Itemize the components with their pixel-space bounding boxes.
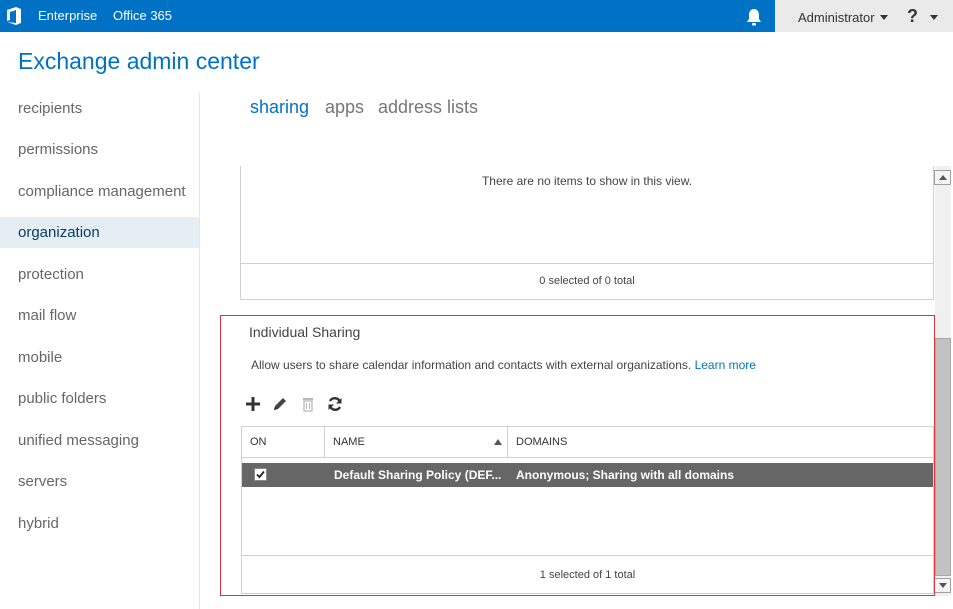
tab-sharing[interactable]: sharing bbox=[250, 97, 309, 118]
description-text: Allow users to share calendar informatio… bbox=[251, 358, 692, 372]
office-logo-icon[interactable] bbox=[6, 7, 22, 25]
on-checkbox[interactable] bbox=[254, 468, 267, 481]
selection-count: 1 selected of 1 total bbox=[539, 569, 636, 581]
sidebar-divider bbox=[199, 92, 200, 609]
refresh-icon[interactable] bbox=[326, 395, 344, 413]
organization-sharing-list: There are no items to show in this view.… bbox=[240, 166, 934, 300]
column-header-name[interactable]: NAME bbox=[325, 427, 507, 457]
user-menu[interactable]: Administrator bbox=[798, 10, 875, 25]
trash-icon[interactable] bbox=[299, 395, 317, 413]
empty-list-message: There are no items to show in this view. bbox=[481, 174, 693, 188]
user-menu-area: Administrator ? bbox=[775, 0, 953, 32]
column-header-domains[interactable]: DOMAINS bbox=[508, 427, 928, 457]
enterprise-link[interactable]: Enterprise bbox=[38, 8, 97, 23]
page-title: Exchange admin center bbox=[18, 48, 260, 74]
check-icon bbox=[256, 470, 265, 479]
section-description: Allow users to share calendar informatio… bbox=[251, 358, 756, 372]
sidebar-item-servers[interactable]: servers bbox=[0, 466, 199, 497]
grid-header: ON NAME DOMAINS bbox=[242, 427, 933, 458]
sidebar-item-unified-messaging[interactable]: unified messaging bbox=[0, 425, 199, 456]
divider bbox=[242, 555, 933, 556]
sidebar-item-public-folders[interactable]: public folders bbox=[0, 383, 199, 414]
arrow-up-icon bbox=[939, 175, 947, 180]
sharing-policy-grid: ON NAME DOMAINS Default Sharing Policy (… bbox=[241, 426, 934, 594]
office365-link[interactable]: Office 365 bbox=[113, 8, 172, 23]
plus-icon[interactable] bbox=[244, 395, 262, 413]
policy-name-cell: Default Sharing Policy (DEF... bbox=[334, 468, 502, 482]
sidebar-item-protection[interactable]: protection bbox=[0, 259, 199, 290]
sidebar-item-hybrid[interactable]: hybrid bbox=[0, 508, 199, 539]
arrow-down-icon bbox=[939, 583, 947, 588]
sidebar-item-compliance-management[interactable]: compliance management bbox=[0, 176, 199, 207]
sort-ascending-icon[interactable] bbox=[494, 439, 502, 445]
column-header-on[interactable]: ON bbox=[242, 427, 324, 457]
scroll-down-button[interactable] bbox=[934, 578, 951, 593]
sidebar-item-permissions[interactable]: permissions bbox=[0, 134, 199, 165]
selection-count: 0 selected of 0 total bbox=[539, 275, 635, 287]
divider bbox=[241, 263, 933, 264]
section-title: Individual Sharing bbox=[249, 324, 361, 340]
sidebar-item-mobile[interactable]: mobile bbox=[0, 342, 199, 373]
table-row[interactable]: Default Sharing Policy (DEF... Anonymous… bbox=[242, 463, 933, 487]
sidebar-item-recipients[interactable]: recipients bbox=[0, 93, 199, 124]
learn-more-link[interactable]: Learn more bbox=[695, 358, 756, 372]
tab-apps[interactable]: apps bbox=[325, 97, 364, 118]
bell-icon[interactable] bbox=[744, 7, 764, 27]
help-button[interactable]: ? bbox=[907, 6, 918, 27]
top-navigation-bar: Enterprise Office 365 Administrator ? bbox=[0, 0, 953, 32]
scrollbar-thumb[interactable] bbox=[935, 338, 951, 576]
policy-domains-cell: Anonymous; Sharing with all domains bbox=[516, 468, 735, 482]
chevron-down-icon[interactable] bbox=[930, 15, 938, 20]
pencil-icon[interactable] bbox=[271, 395, 289, 413]
individual-sharing-section: Individual Sharing Allow users to share … bbox=[220, 315, 935, 596]
scroll-up-button[interactable] bbox=[934, 170, 951, 185]
sidebar-item-mail-flow[interactable]: mail flow bbox=[0, 300, 199, 331]
tab-address-lists[interactable]: address lists bbox=[378, 97, 478, 118]
sidebar-item-organization[interactable]: organization bbox=[0, 217, 199, 248]
chevron-down-icon[interactable] bbox=[880, 15, 888, 20]
